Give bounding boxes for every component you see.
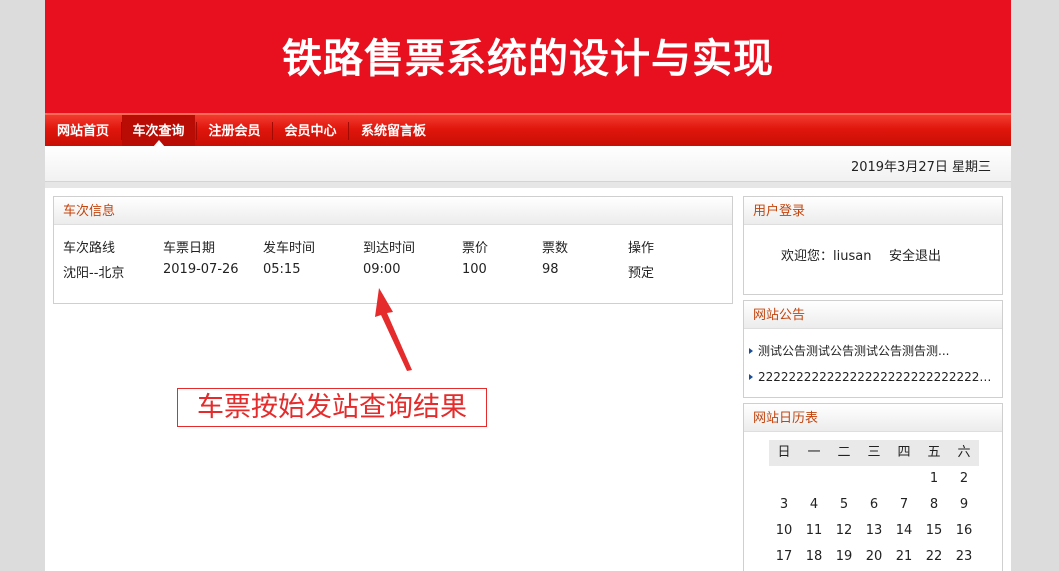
- weekday-label: 四: [889, 440, 919, 466]
- date-cell: 2019-07-26: [163, 262, 239, 277]
- column-header: 操作: [628, 241, 655, 256]
- logout-link[interactable]: 安全退出: [889, 245, 941, 264]
- nav-item-register[interactable]: 注册会员: [197, 115, 272, 146]
- column-header: 到达时间: [363, 241, 416, 256]
- annotation-label: 车票按始发站查询结果: [177, 388, 487, 427]
- column-header: 车票日期: [163, 241, 216, 256]
- calendar-day[interactable]: 16: [949, 518, 979, 544]
- calendar-day[interactable]: 8: [919, 492, 949, 518]
- calendar-day[interactable]: 23: [949, 544, 979, 570]
- panel-title: 网站日历表: [744, 404, 1002, 432]
- calendar-day[interactable]: 17: [769, 544, 799, 570]
- calendar-week-row: 3 4 5 6 7 8 9: [769, 492, 979, 518]
- panel-title: 车次信息: [54, 197, 732, 225]
- calendar-day[interactable]: 3: [769, 492, 799, 518]
- calendar-week-row: 10 11 12 13 14 15 16: [769, 518, 979, 544]
- calendar-day[interactable]: 15: [919, 518, 949, 544]
- main-nav: 网站首页 车次查询 注册会员 会员中心 系统留言板: [45, 113, 1011, 147]
- nav-item-home[interactable]: 网站首页: [45, 115, 121, 146]
- calendar-day[interactable]: 4: [799, 492, 829, 518]
- calendar-day[interactable]: 22: [919, 544, 949, 570]
- annotation-arrow-icon: [375, 288, 412, 371]
- calendar-day[interactable]: 13: [859, 518, 889, 544]
- calendar-day[interactable]: 14: [889, 518, 919, 544]
- calendar-week-row: 17 18 19 20 21 22 23: [769, 544, 979, 570]
- nav-item-member-center[interactable]: 会员中心: [273, 115, 348, 146]
- weekday-label: 六: [949, 440, 979, 466]
- notice-item[interactable]: 测试公告测试公告测试公告测告测...: [749, 342, 995, 359]
- username: liusan: [833, 249, 872, 264]
- calendar-day[interactable]: 10: [769, 518, 799, 544]
- calendar-week-row: 1 2: [769, 466, 979, 492]
- ticket-count-cell: 98: [542, 262, 559, 277]
- calendar-day[interactable]: 18: [799, 544, 829, 570]
- divider: [45, 182, 1011, 188]
- calendar-weekday-row: 日 一 二 三 四 五 六: [769, 440, 979, 466]
- arrive-time-cell: 09:00: [363, 262, 401, 277]
- calendar-day[interactable]: 6: [859, 492, 889, 518]
- calendar-grid: 日 一 二 三 四 五 六 1 2 3 4 5 6 7 8 9 10 11 12…: [769, 440, 979, 570]
- calendar-day: [829, 466, 859, 492]
- calendar-day[interactable]: 2: [949, 466, 979, 492]
- user-login-panel: 用户登录 欢迎您：liusan 安全退出: [743, 196, 1003, 295]
- calendar-day[interactable]: 20: [859, 544, 889, 570]
- calendar-day: [889, 466, 919, 492]
- calendar-day[interactable]: 12: [829, 518, 859, 544]
- page-wrapper: 铁路售票系统的设计与实现 网站首页 车次查询 注册会员 会员中心 系统留言板 2…: [45, 0, 1011, 571]
- column-header: 发车时间: [263, 241, 316, 256]
- panel-title: 网站公告: [744, 301, 1002, 329]
- calendar-day[interactable]: 1: [919, 466, 949, 492]
- bullet-icon: [749, 348, 753, 354]
- site-banner: 铁路售票系统的设计与实现: [45, 0, 1011, 113]
- panel-title: 用户登录: [744, 197, 1002, 225]
- depart-time-cell: 05:15: [263, 262, 301, 277]
- calendar-day[interactable]: 11: [799, 518, 829, 544]
- welcome-label: 欢迎您：: [781, 249, 834, 264]
- site-notice-panel: 网站公告 测试公告测试公告测试公告测告测... 2222222222222222…: [743, 300, 1003, 398]
- weekday-label: 一: [799, 440, 829, 466]
- calendar-day: [799, 466, 829, 492]
- column-header: 票价: [462, 241, 489, 256]
- notice-text: 测试公告测试公告测试公告测告测...: [758, 344, 950, 358]
- nav-item-label: 车次查询: [132, 124, 185, 139]
- calendar-day: [769, 466, 799, 492]
- column-header: 票数: [542, 241, 569, 256]
- calendar-day[interactable]: 9: [949, 492, 979, 518]
- price-cell: 100: [462, 262, 487, 277]
- weekday-label: 日: [769, 440, 799, 466]
- calendar-day[interactable]: 7: [889, 492, 919, 518]
- site-title: 铁路售票系统的设计与实现: [282, 35, 774, 82]
- nav-item-train-query[interactable]: 车次查询: [122, 115, 195, 147]
- bullet-icon: [749, 374, 753, 380]
- welcome-text: 欢迎您：liusan: [781, 245, 871, 264]
- site-calendar-panel: 网站日历表 日 一 二 三 四 五 六 1 2 3 4 5 6 7 8 9 10…: [743, 403, 1003, 571]
- route-cell: 沈阳--北京: [63, 266, 125, 281]
- calendar-day[interactable]: 5: [829, 492, 859, 518]
- book-link[interactable]: 预定: [628, 262, 654, 281]
- notice-item[interactable]: 222222222222222222222222222222...: [749, 370, 995, 384]
- column-header: 车次路线: [63, 241, 116, 256]
- weekday-label: 二: [829, 440, 859, 466]
- weekday-label: 五: [919, 440, 949, 466]
- calendar-day[interactable]: 19: [829, 544, 859, 570]
- date-bar: 2019年3月27日 星期三: [45, 146, 1011, 182]
- notice-text: 222222222222222222222222222222...: [758, 370, 995, 384]
- nav-item-message-board[interactable]: 系统留言板: [349, 115, 438, 146]
- calendar-day[interactable]: 21: [889, 544, 919, 570]
- calendar-day: [859, 466, 889, 492]
- current-date: 2019年3月27日 星期三: [850, 160, 991, 175]
- weekday-label: 三: [859, 440, 889, 466]
